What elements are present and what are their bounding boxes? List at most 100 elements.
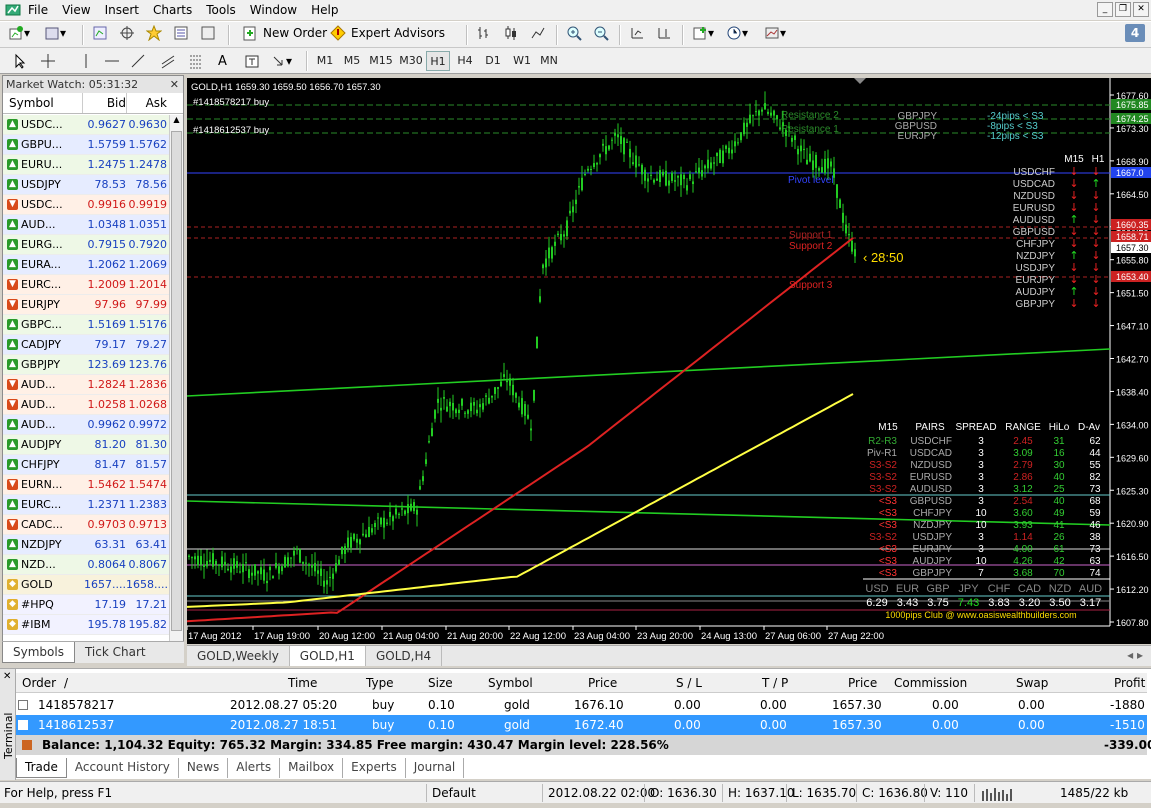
menu-file[interactable]: File <box>22 0 56 20</box>
chart-canvas[interactable]: 1677.601673.301668.901664.501660.201655.… <box>187 78 1151 644</box>
col-size[interactable]: Size <box>428 676 453 690</box>
scroll-thumb[interactable] <box>171 131 182 631</box>
chart-shift-button[interactable] <box>656 22 672 44</box>
list-item[interactable]: ▼ AUD... 1.0258 1.0268 <box>3 395 169 415</box>
close-icon[interactable]: ✕ <box>170 76 179 93</box>
alerts-badge[interactable]: 4 <box>1125 24 1145 42</box>
terminal-button[interactable] <box>173 22 189 44</box>
status-profile[interactable]: Default <box>432 782 476 804</box>
list-item[interactable]: ▲ GBPJPY 123.69 123.76 <box>3 355 169 375</box>
zoom-out-button[interactable] <box>593 22 609 44</box>
menu-view[interactable]: View <box>56 0 98 20</box>
close-window-button[interactable]: ✕ <box>1133 2 1149 17</box>
tab-news[interactable]: News <box>179 758 229 778</box>
bar-chart-button[interactable] <box>476 22 492 44</box>
expert-advisors-button[interactable]: Expert Advisors <box>326 22 449 44</box>
market-watch-button[interactable] <box>92 22 108 44</box>
list-item[interactable]: ▲ EURA... 1.2062 1.2069 <box>3 255 169 275</box>
market-watch-scrollbar[interactable]: ▲ <box>169 115 183 663</box>
list-item[interactable]: ▼ CADC... 0.9703 0.9713 <box>3 515 169 535</box>
col-commission[interactable]: Commission <box>894 676 967 690</box>
templates-button[interactable]: ▾ <box>764 22 786 44</box>
list-item[interactable]: ▲ EURU... 1.2475 1.2478 <box>3 155 169 175</box>
minimize-button[interactable]: _ <box>1097 2 1113 17</box>
list-item[interactable]: ▲ USDC... 0.9627 0.9630 <box>3 115 169 135</box>
tab-symbols[interactable]: Symbols <box>2 642 75 663</box>
strategy-tester-button[interactable] <box>200 22 216 44</box>
list-item[interactable]: ◆ #HPQ 17.19 17.21 <box>3 595 169 615</box>
list-item[interactable]: ▲ AUD... 0.9962 0.9972 <box>3 415 169 435</box>
tf-d1[interactable]: D1 <box>481 51 505 71</box>
periods-button[interactable]: ▾ <box>726 22 748 44</box>
scroll-up-icon[interactable]: ▲ <box>171 115 182 129</box>
line-chart-button[interactable] <box>530 22 546 44</box>
text-tool-icon[interactable]: A <box>218 50 227 72</box>
list-item[interactable]: ▲ NZD... 0.8064 0.8067 <box>3 555 169 575</box>
col-price[interactable]: Price <box>588 676 617 690</box>
list-item[interactable]: ▲ CHFJPY 81.47 81.57 <box>3 455 169 475</box>
col-type[interactable]: Type <box>366 676 394 690</box>
col-tp[interactable]: T / P <box>762 676 788 690</box>
horizontal-line-icon[interactable] <box>104 50 120 72</box>
list-item[interactable]: ▲ GBPC... 1.5169 1.5176 <box>3 315 169 335</box>
table-row[interactable]: 1418578217 2012.08.27 05:20 buy 0.10 gol… <box>16 695 1147 715</box>
cursor-icon[interactable] <box>12 50 28 72</box>
col-sort[interactable]: / <box>64 676 68 690</box>
terminal-close-icon[interactable]: ✕ <box>3 671 11 682</box>
list-item[interactable]: ▼ EURJPY 97.96 97.99 <box>3 295 169 315</box>
tf-m15[interactable]: M15 <box>367 51 395 71</box>
list-item[interactable]: ▲ GBPU... 1.5759 1.5762 <box>3 135 169 155</box>
list-item[interactable]: ▲ USDJPY 78.53 78.56 <box>3 175 169 195</box>
list-item[interactable]: ▼ AUD... 1.2824 1.2836 <box>3 375 169 395</box>
col-cur-price[interactable]: Price <box>848 676 877 690</box>
profiles-button[interactable]: ▾ <box>44 22 66 44</box>
tf-m5[interactable]: M5 <box>340 51 364 71</box>
restore-button[interactable]: ❐ <box>1115 2 1131 17</box>
tab-gold-weekly[interactable]: GOLD,Weekly <box>187 646 290 666</box>
tf-h1[interactable]: H1 <box>426 51 450 71</box>
indicators-button[interactable]: ▾ <box>692 22 714 44</box>
list-item[interactable]: ▼ EURC... 1.2009 1.2014 <box>3 275 169 295</box>
col-time[interactable]: Time <box>288 676 317 690</box>
label-tool-icon[interactable] <box>244 50 260 72</box>
table-row-selected[interactable]: 1418612537 2012.08.27 18:51 buy 0.10 gol… <box>16 715 1147 735</box>
tab-trade[interactable]: Trade <box>16 758 67 778</box>
tf-m30[interactable]: M30 <box>397 51 425 71</box>
crosshair-icon[interactable] <box>40 50 56 72</box>
fibonacci-icon[interactable] <box>188 50 204 72</box>
chart-tabs-scroll-icon[interactable]: ◂ ▸ <box>1119 646 1151 666</box>
col-sl[interactable]: S / L <box>676 676 702 690</box>
trendline-icon[interactable] <box>130 50 146 72</box>
autoscroll-button[interactable] <box>629 22 645 44</box>
col-symbol[interactable]: Symbol <box>488 676 533 690</box>
col-swap[interactable]: Swap <box>1016 676 1048 690</box>
navigator-button[interactable] <box>146 22 162 44</box>
col-profit[interactable]: Profit <box>1114 676 1145 690</box>
list-item[interactable]: ▲ CADJPY 79.17 79.27 <box>3 335 169 355</box>
list-item[interactable]: ▲ EURG... 0.7915 0.7920 <box>3 235 169 255</box>
list-item[interactable]: ▲ NZDJPY 63.31 63.41 <box>3 535 169 555</box>
arrows-tool-icon[interactable]: ▾ <box>270 50 292 72</box>
list-item[interactable]: ▼ EURN... 1.5462 1.5474 <box>3 475 169 495</box>
equidistant-channel-icon[interactable] <box>160 50 176 72</box>
list-item[interactable]: ◆ #IBM 195.78 195.82 <box>3 615 169 635</box>
list-item[interactable]: ▲ AUDJPY 81.20 81.30 <box>3 435 169 455</box>
list-item[interactable]: ▲ EURC... 1.2371 1.2383 <box>3 495 169 515</box>
app-icon[interactable] <box>4 2 22 18</box>
new-order-button[interactable]: New Order <box>238 22 331 44</box>
menu-tools[interactable]: Tools <box>200 0 244 20</box>
tab-experts[interactable]: Experts <box>343 758 406 778</box>
tab-journal[interactable]: Journal <box>406 758 465 778</box>
list-item[interactable]: ◆ GOLD 1657.... 1658.... <box>3 575 169 595</box>
list-item[interactable]: ▼ USDC... 0.9916 0.9919 <box>3 195 169 215</box>
data-window-button[interactable] <box>119 22 135 44</box>
tab-gold-h4[interactable]: GOLD,H4 <box>366 646 443 666</box>
tf-mn[interactable]: MN <box>537 51 561 71</box>
tab-mailbox[interactable]: Mailbox <box>280 758 344 778</box>
tab-gold-h1[interactable]: GOLD,H1 <box>289 646 366 666</box>
chart-area[interactable]: 1677.601673.301668.901664.501660.201655.… <box>187 78 1151 644</box>
menu-charts[interactable]: Charts <box>147 0 200 20</box>
tf-w1[interactable]: W1 <box>510 51 534 71</box>
tab-alerts[interactable]: Alerts <box>228 758 281 778</box>
new-chart-button[interactable]: ▾ <box>8 22 30 44</box>
